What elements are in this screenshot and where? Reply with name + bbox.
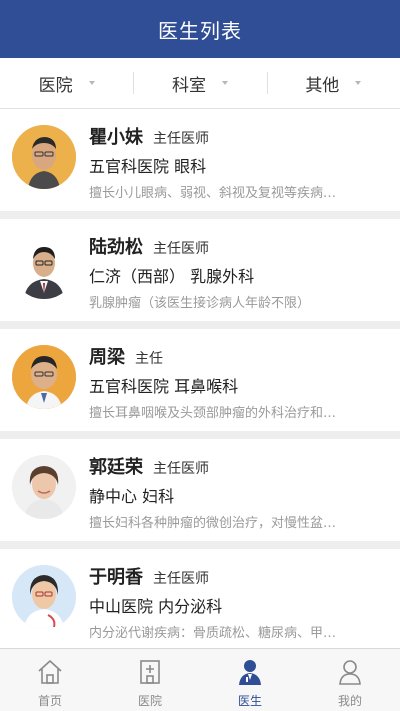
user-icon: [339, 660, 361, 685]
home-icon: [38, 660, 62, 684]
filter-department-dropdown[interactable]: 科室: [133, 58, 266, 108]
doctor-avatar: [12, 455, 76, 519]
doctor-name: 陆劲松: [89, 237, 143, 258]
doctor-department: 五官科医院 耳鼻喉科: [89, 377, 239, 396]
filter-hospital-label: 医院: [38, 75, 73, 96]
doctor-name-row: 瞿小妹 主任医师: [89, 123, 209, 149]
doctor-rank: 主任医师: [153, 571, 209, 587]
doctor-department: 五官科医院 眼科: [89, 157, 207, 176]
doctor-name: 周梁: [89, 347, 125, 368]
doctor-card[interactable]: 郭廷荣 主任医师 静中心 妇科 擅长妇科各种肿瘤的微创治疗，对慢性盆…: [0, 439, 400, 541]
filter-hospital-dropdown[interactable]: 医院: [0, 58, 133, 108]
doctor-card[interactable]: 陆劲松 主任医师 仁济（西部） 乳腺外科 乳腺肿瘤（该医生接诊病人年龄不限）: [0, 219, 400, 321]
doctor-specialty: 内分泌代谢疾病：骨质疏松、糖尿病、甲…: [89, 626, 337, 641]
tab-hospital[interactable]: 医院: [100, 649, 200, 711]
doctor-specialty: 擅长耳鼻咽喉及头颈部肿瘤的外科治疗和…: [89, 406, 337, 421]
filter-other-label: 其他: [305, 75, 340, 96]
doctor-name-row: 于明香 主任医师: [89, 563, 209, 589]
doctor-card[interactable]: 于明香 主任医师 中山医院 内分泌科 内分泌代谢疾病：骨质疏松、糖尿病、甲…: [0, 549, 400, 651]
doctor-name: 瞿小妹: [89, 127, 143, 148]
doctor-specialty: 乳腺肿瘤（该医生接诊病人年龄不限）: [89, 296, 311, 311]
doctor-name: 于明香: [89, 567, 143, 588]
hospital-icon: [140, 660, 160, 684]
doctor-card[interactable]: 瞿小妹 主任医师 五官科医院 眼科 擅长小儿眼病、弱视、斜视及复视等疾病…: [0, 109, 400, 211]
doctor-department: 静中心 妇科: [89, 487, 175, 506]
doctor-specialty: 擅长妇科各种肿瘤的微创治疗，对慢性盆…: [89, 516, 337, 531]
doctor-specialty: 擅长小儿眼病、弱视、斜视及复视等疾病…: [89, 186, 337, 201]
dropdown-caret-icon: [221, 81, 228, 85]
doctor-name-row: 郭廷荣 主任医师: [89, 453, 209, 479]
filter-department-label: 科室: [171, 75, 206, 96]
tab-hospital-label: 医院: [137, 694, 162, 708]
tab-doctor[interactable]: 医生: [200, 649, 300, 711]
doctor-rank: 主任: [135, 351, 163, 367]
doctor-rank: 主任医师: [153, 131, 209, 147]
doctor-avatar: [12, 345, 76, 409]
filter-bar: 医院 科室 其他: [0, 58, 400, 109]
tab-mine-label: 我的: [337, 694, 362, 708]
doctor-icon: [239, 660, 261, 685]
doctor-department: 中山医院 内分泌科: [89, 597, 223, 616]
filter-other-dropdown[interactable]: 其他: [266, 58, 400, 108]
doctor-name-row: 陆劲松 主任医师: [89, 233, 209, 259]
doctor-avatar: [12, 565, 76, 629]
doctor-rank: 主任医师: [153, 461, 209, 477]
doctor-rank: 主任医师: [153, 241, 209, 257]
doctor-card[interactable]: 周梁 主任 五官科医院 耳鼻喉科 擅长耳鼻咽喉及头颈部肿瘤的外科治疗和…: [0, 329, 400, 431]
tab-home[interactable]: 首页: [0, 649, 100, 711]
dropdown-caret-icon: [355, 81, 362, 85]
doctor-avatar: [12, 235, 76, 299]
tab-doctor-label: 医生: [237, 694, 262, 708]
bottom-tab-bar: 首页 医院 医生 我的: [0, 648, 400, 711]
doctor-name: 郭廷荣: [89, 457, 143, 478]
tab-mine[interactable]: 我的: [300, 649, 400, 711]
doctor-name-row: 周梁 主任: [89, 343, 163, 369]
doctor-department: 仁济（西部） 乳腺外科: [89, 267, 255, 286]
dropdown-caret-icon: [88, 81, 95, 85]
doctor-list: 瞿小妹 主任医师 五官科医院 眼科 擅长小儿眼病、弱视、斜视及复视等疾病… 陆劲…: [0, 109, 400, 659]
doctor-list-screen: 医生列表 医院 科室 其他 瞿小妹 主任医师 五官科医院 眼科 擅长小儿眼病、弱…: [0, 0, 400, 711]
page-title: 医生列表: [158, 18, 242, 43]
top-nav-bar: 医生列表: [0, 0, 400, 58]
doctor-avatar: [12, 125, 76, 189]
tab-home-label: 首页: [37, 694, 62, 708]
